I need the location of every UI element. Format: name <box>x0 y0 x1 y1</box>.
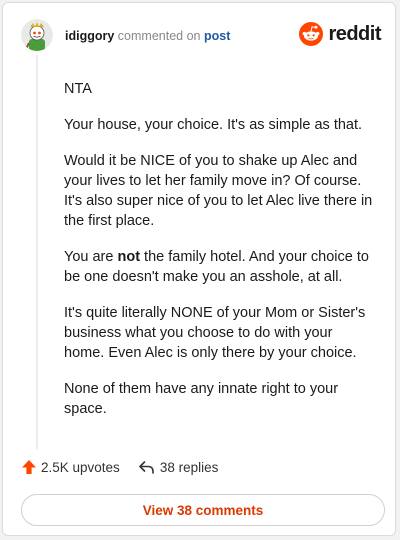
upvote-button[interactable]: 2.5K upvotes <box>21 459 120 475</box>
username[interactable]: idiggory <box>65 29 114 43</box>
comment-card: idiggory commented on post reddit NTA Yo… <box>2 2 396 536</box>
reddit-snoo-icon <box>299 22 324 46</box>
comment-paragraph-2: Your house, your choice. It's as simple … <box>64 117 363 133</box>
reply-count: 38 replies <box>159 459 219 475</box>
reddit-logo[interactable]: reddit <box>299 22 381 46</box>
comment-paragraph-6: None of them have any innate right to yo… <box>64 381 339 417</box>
comment-paragraph-5: It's quite literally NONE of your Mom or… <box>64 305 366 361</box>
thread-line[interactable] <box>36 55 38 449</box>
comment-header: idiggory commented on post <box>65 29 230 43</box>
comment-body: NTA Your house, your choice. It's as sim… <box>64 79 374 435</box>
upvote-count: 2.5K upvotes <box>41 459 120 475</box>
commented-on-text: commented on <box>117 29 201 43</box>
replies-button[interactable]: 38 replies <box>138 459 219 475</box>
comment-paragraph-1: NTA <box>64 81 92 97</box>
reply-arrow-icon <box>139 461 154 474</box>
user-avatar[interactable] <box>21 19 53 51</box>
comment-paragraph-4: You are not the family hotel. And your c… <box>64 247 374 287</box>
upvote-arrow-icon <box>22 460 36 474</box>
comment-paragraph-3: Would it be NICE of you to shake up Alec… <box>64 153 373 229</box>
reddit-wordmark: reddit <box>328 22 381 45</box>
snoo-avatar-icon <box>21 19 53 51</box>
view-comments-button[interactable]: View 38 comments <box>21 494 385 526</box>
comment-footer: 2.5K upvotes 38 replies <box>21 459 218 475</box>
paragraph-4-start: You are <box>64 249 118 265</box>
post-link[interactable]: post <box>204 29 230 43</box>
paragraph-4-bold: not <box>117 249 141 265</box>
